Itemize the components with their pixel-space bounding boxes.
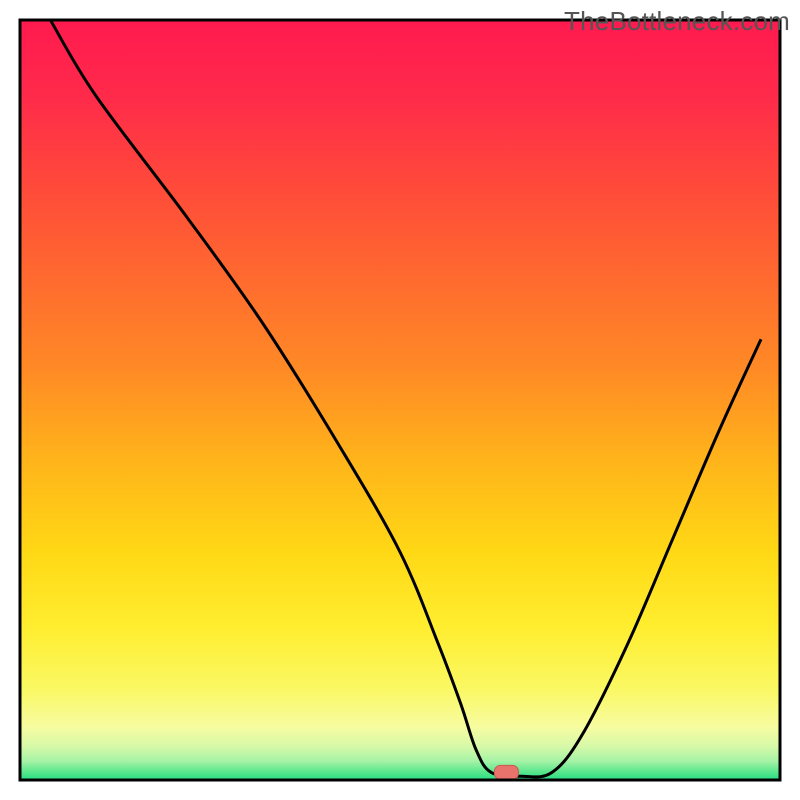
optimum-marker <box>494 765 518 779</box>
watermark-text: TheBottleneck.com <box>564 6 790 37</box>
plot-background <box>20 20 780 780</box>
chart-container: TheBottleneck.com <box>0 0 800 800</box>
bottleneck-chart <box>0 0 800 800</box>
